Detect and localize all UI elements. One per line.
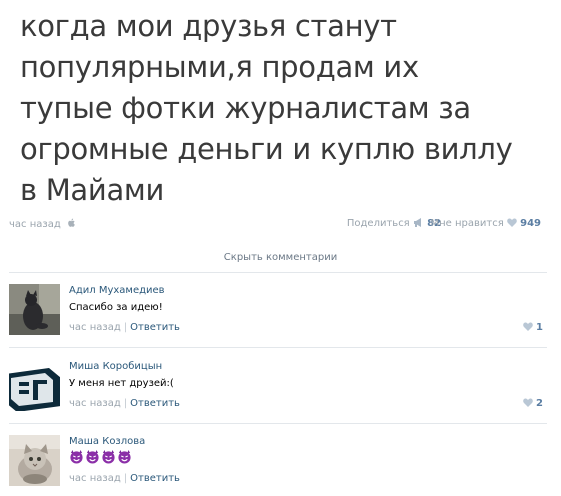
avatar[interactable] bbox=[9, 284, 60, 335]
comment-item: Миша Коробицын У меня нет друзей:( час н… bbox=[9, 351, 547, 421]
megaphone-icon bbox=[413, 218, 421, 227]
post-line: популярными,я продам их bbox=[20, 50, 419, 84]
comment-like-count: 1 bbox=[536, 322, 543, 333]
reply-button[interactable]: Ответить bbox=[130, 473, 180, 484]
share-button[interactable]: Поделиться 82 bbox=[347, 218, 441, 229]
post-text: когда мои друзья станут популярными,я пр… bbox=[20, 6, 550, 211]
kitten-photo-icon bbox=[9, 435, 60, 486]
avatar[interactable] bbox=[9, 360, 60, 411]
comment-author[interactable]: Миша Коробицын bbox=[69, 361, 162, 372]
like-label: Мне нравится bbox=[430, 218, 504, 229]
comment-text: У меня нет друзей:( bbox=[69, 378, 174, 389]
like-button[interactable]: Мне нравится 949 bbox=[431, 218, 542, 229]
heart-icon bbox=[507, 218, 517, 227]
heart-icon bbox=[522, 398, 533, 407]
avatar[interactable] bbox=[9, 435, 60, 486]
logo-3d-icon bbox=[9, 360, 60, 411]
emoji-row bbox=[69, 449, 133, 468]
reply-button[interactable]: Ответить bbox=[130, 398, 180, 409]
comment-time[interactable]: час назад bbox=[69, 473, 121, 484]
apple-icon bbox=[68, 218, 75, 227]
divider bbox=[9, 423, 547, 424]
separator: | bbox=[123, 473, 128, 484]
comment-meta: час назад | Ответить bbox=[69, 322, 180, 333]
comment-item: Адил Мухамедиев Спасибо за идею! час наз… bbox=[9, 275, 547, 345]
comment-author[interactable]: Маша Козлова bbox=[69, 436, 145, 447]
reply-button[interactable]: Ответить bbox=[130, 322, 180, 333]
divider bbox=[9, 272, 547, 273]
separator: | bbox=[123, 322, 128, 333]
post-line: огромные деньги и куплю виллу bbox=[20, 132, 513, 166]
heart-icon bbox=[522, 322, 533, 331]
comment-like-button[interactable]: 2 bbox=[522, 398, 543, 409]
devil-emoji-icon bbox=[102, 449, 115, 464]
like-count: 949 bbox=[520, 218, 541, 229]
comment-like-button[interactable]: 1 bbox=[522, 322, 543, 333]
comment-author[interactable]: Адил Мухамедиев bbox=[69, 285, 165, 296]
comment-like-count: 2 bbox=[536, 398, 543, 409]
comment-item: Маша Козлова час назад | Ответить bbox=[9, 426, 547, 496]
post-line: когда мои друзья станут bbox=[20, 9, 397, 43]
comment-time[interactable]: час назад bbox=[69, 322, 121, 333]
post-line: в Майами bbox=[20, 173, 165, 207]
comment-meta: час назад | Ответить bbox=[69, 398, 180, 409]
post-meta: час назад Поделиться 82 Мне нравится 949 bbox=[9, 218, 541, 234]
share-label: Поделиться bbox=[346, 218, 410, 229]
post-time-label: час назад bbox=[9, 219, 61, 230]
cat-photo-icon bbox=[9, 284, 60, 335]
post-line: тупые фотки журналистам за bbox=[20, 91, 471, 125]
comment-meta: час назад | Ответить bbox=[69, 473, 180, 484]
separator: | bbox=[123, 398, 128, 409]
post-time[interactable]: час назад bbox=[9, 218, 76, 230]
devil-emoji-icon bbox=[86, 449, 99, 464]
divider bbox=[9, 347, 547, 348]
comment-text: Спасибо за идею! bbox=[69, 302, 163, 313]
hide-comments-link[interactable]: Скрыть комментарии bbox=[0, 252, 561, 263]
devil-emoji-icon bbox=[70, 449, 83, 464]
comment-time[interactable]: час назад bbox=[69, 398, 121, 409]
devil-emoji-icon bbox=[118, 449, 131, 464]
